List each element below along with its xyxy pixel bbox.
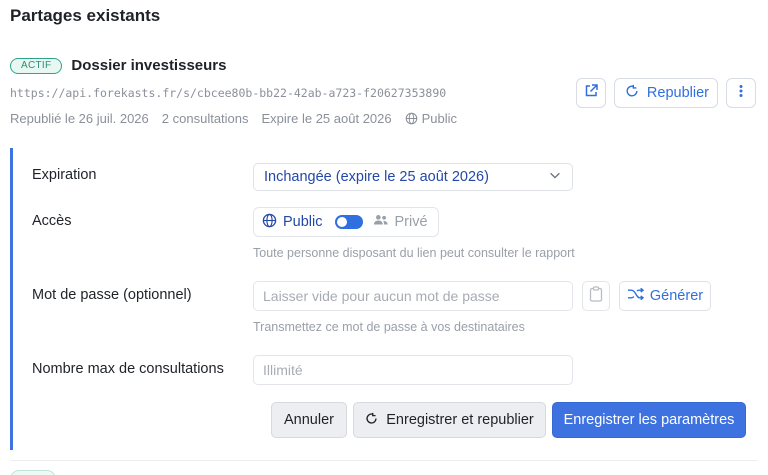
status-badge: ACTIF	[10, 57, 63, 74]
users-icon	[373, 213, 395, 231]
next-status-badge	[10, 470, 56, 475]
share-url[interactable]: https://api.forekasts.fr/s/cbcee80b-bb22…	[10, 86, 446, 100]
refresh-icon	[625, 84, 647, 102]
shuffle-icon	[627, 287, 650, 305]
section-title: Partages existants	[10, 6, 161, 25]
view-count: 2 consultations	[161, 111, 249, 126]
copy-password-button[interactable]	[582, 281, 610, 311]
save-settings-label: Enregistrer les paramètres	[563, 412, 735, 428]
republish-label: Republier	[646, 85, 709, 101]
generate-label: Générer	[649, 288, 704, 304]
republish-button[interactable]: Republier	[613, 78, 718, 108]
generate-password-button[interactable]: Générer	[619, 281, 711, 311]
expiry-date: Expire le 25 août 2026	[261, 111, 392, 126]
external-link-icon	[583, 83, 599, 104]
access-hint: Toute personne disposant du lien peut co…	[253, 246, 575, 260]
share-settings-panel: Expiration Inchangée (expire le 25 août …	[10, 148, 758, 450]
access-private-option[interactable]: Privé	[373, 213, 428, 231]
access-switch[interactable]	[334, 215, 363, 229]
password-hint: Transmettez ce mot de passe à vos destin…	[253, 320, 525, 334]
save-settings-button[interactable]: Enregistrer les paramètres	[552, 402, 746, 438]
more-vertical-icon	[733, 83, 749, 104]
access-public-option[interactable]: Public	[262, 213, 323, 232]
cancel-label: Annuler	[284, 412, 334, 428]
share-actions: Republier	[575, 78, 756, 108]
visibility-label: Public	[421, 111, 458, 126]
access-public-label: Public	[283, 214, 323, 230]
divider	[10, 460, 758, 461]
max-views-input[interactable]: Illimité	[253, 355, 573, 385]
share-name: Dossier investisseurs	[71, 57, 227, 74]
save-and-republish-label: Enregistrer et republier	[386, 412, 534, 428]
published-date: Republié le 26 juil. 2026	[10, 111, 149, 126]
clipboard-icon	[589, 285, 603, 307]
refresh-icon	[365, 412, 386, 429]
max-views-label: Nombre max de consultations	[32, 361, 224, 377]
share-header: ACTIF Dossier investisseurs	[10, 57, 226, 74]
globe-icon	[262, 213, 283, 232]
more-options-button[interactable]	[726, 78, 756, 108]
open-link-button[interactable]	[575, 78, 606, 108]
expiration-label: Expiration	[32, 167, 97, 183]
chevron-down-icon	[548, 168, 562, 186]
access-private-label: Privé	[394, 214, 428, 230]
password-input[interactable]: Laisser vide pour aucun mot de passe	[253, 281, 573, 311]
access-toggle[interactable]: Public Privé	[253, 207, 439, 237]
globe-icon	[405, 111, 422, 126]
password-label: Mot de passe (optionnel)	[32, 287, 192, 303]
save-and-republish-button[interactable]: Enregistrer et republier	[353, 402, 546, 438]
cancel-button[interactable]: Annuler	[271, 402, 347, 438]
share-meta: Republié le 26 juil. 2026 2 consultation…	[10, 111, 457, 126]
access-label: Accès	[32, 213, 72, 229]
expiration-select[interactable]: Inchangée (expire le 25 août 2026)	[253, 163, 573, 191]
expiration-value: Inchangée (expire le 25 août 2026)	[264, 169, 489, 185]
